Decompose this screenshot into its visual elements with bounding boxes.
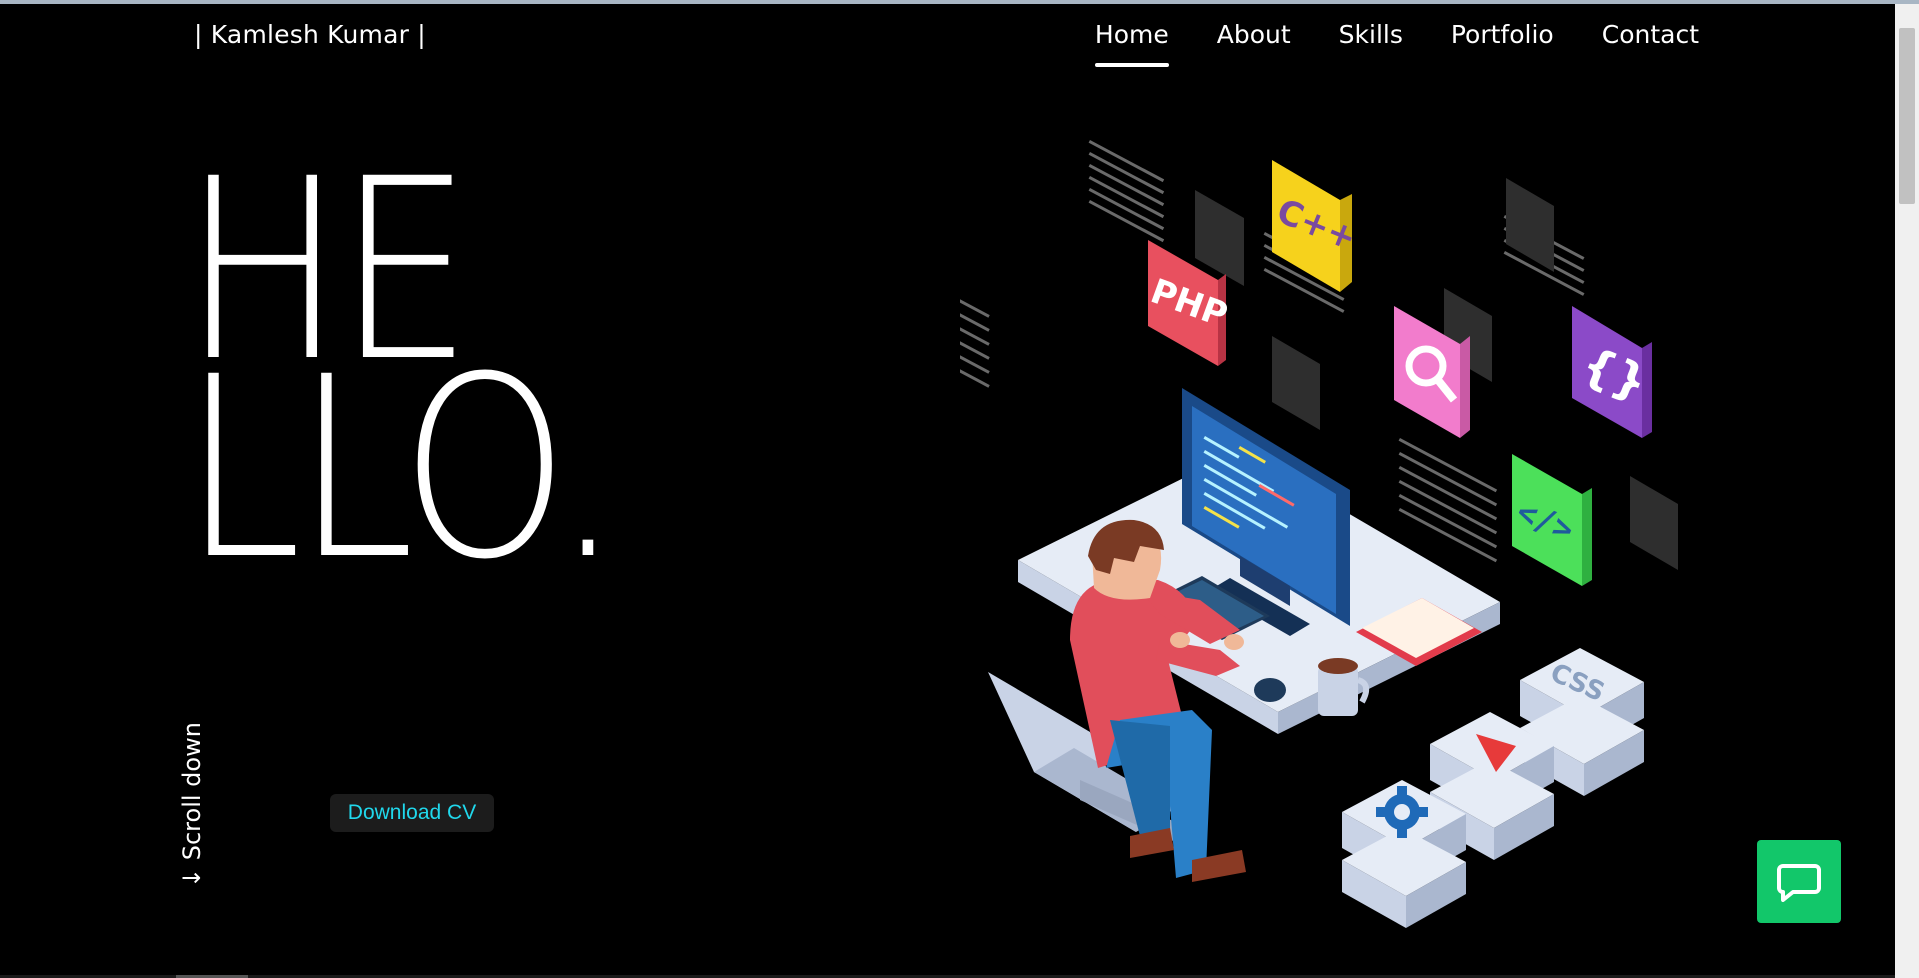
chat-button[interactable] (1757, 840, 1841, 923)
nav-home[interactable]: Home (1094, 20, 1169, 67)
hero-title: HE LLO. (182, 146, 622, 594)
hero-line-2: LLO (182, 323, 561, 614)
nav-portfolio[interactable]: Portfolio (1451, 20, 1554, 67)
download-cv-button[interactable]: Download CV (330, 794, 494, 832)
cpp-tile: C++ (1271, 160, 1362, 292)
scrollbar-thumb[interactable] (1899, 28, 1915, 204)
mouse (1254, 678, 1286, 702)
nav-contact[interactable]: Contact (1602, 20, 1699, 67)
code-tile: </> (1511, 454, 1592, 586)
braces-tile: {} (1572, 306, 1655, 438)
chat-bubble-icon (1777, 863, 1821, 902)
brand-name[interactable]: | Kamlesh Kumar | (194, 20, 426, 49)
main-nav: Home About Skills Portfolio Contact (1094, 20, 1699, 67)
nav-skills[interactable]: Skills (1339, 20, 1403, 67)
hero-dot: . (553, 323, 622, 614)
window-top-border (0, 0, 1919, 4)
developer-illustration: PHP C++ {} </> CSS (960, 140, 1678, 928)
scroll-down-indicator[interactable]: ↓ Scroll down (178, 722, 206, 888)
vertical-scrollbar[interactable] (1895, 4, 1919, 978)
nav-about[interactable]: About (1217, 20, 1291, 67)
